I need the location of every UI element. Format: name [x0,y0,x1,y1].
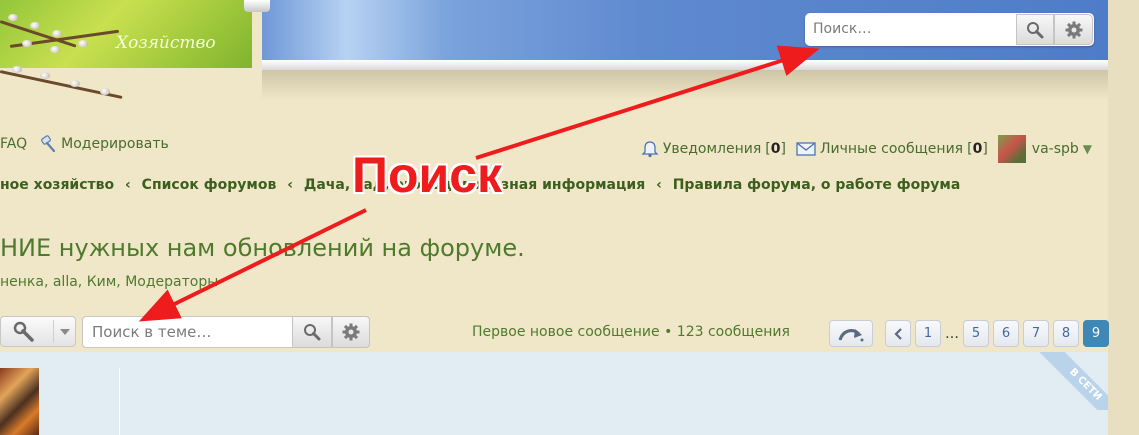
forum-page: Хозяйство FAQ [0,0,1139,435]
annotation-arrow-to-header-search [475,45,820,160]
annotation-arrow-to-topic-search [138,208,367,322]
annotation-label: Поиск [352,147,503,203]
annotation-arrows [138,45,820,322]
